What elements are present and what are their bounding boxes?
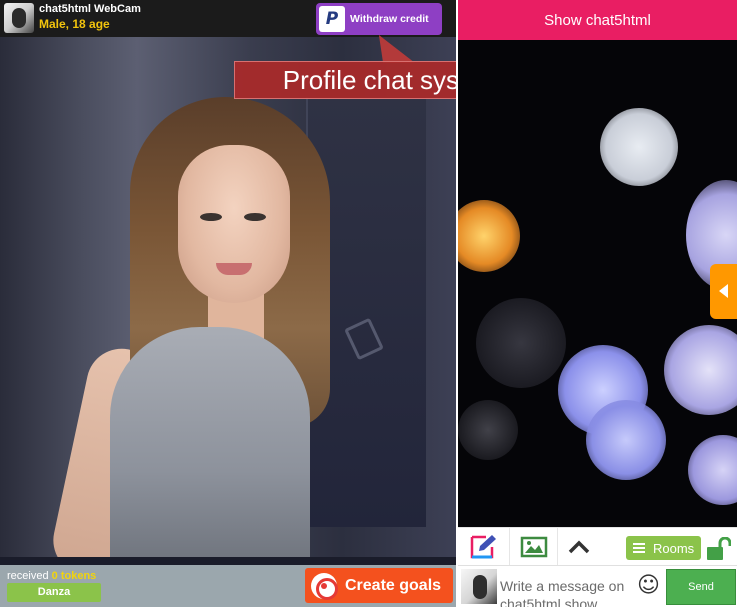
tokens-received: received 0 tokens (7, 570, 96, 582)
performer-top (110, 327, 310, 557)
unlocked-padlock-icon[interactable] (705, 537, 731, 561)
performer-face (178, 145, 290, 303)
goal-tag[interactable]: Danza (7, 583, 101, 602)
chevron-left-icon[interactable] (710, 264, 737, 319)
show-chat-button[interactable]: Show chat5html (458, 0, 737, 40)
profile-header: chat5html WebCam Male, 18 age P Withdraw… (0, 0, 456, 37)
profile-info: Male, 18 age (39, 17, 110, 31)
rooms-button[interactable]: Rooms (626, 536, 701, 560)
profile-name: chat5html WebCam (39, 3, 141, 15)
send-label: Send (688, 581, 714, 593)
smiley-icon[interactable]: ☺ (637, 573, 660, 598)
performer-eye (244, 213, 266, 221)
bokeh-light (688, 435, 737, 505)
user-avatar (461, 569, 497, 604)
message-input[interactable] (500, 577, 634, 607)
edit-button[interactable] (458, 528, 510, 565)
bokeh-light (586, 400, 666, 480)
create-goals-button[interactable]: Create goals (305, 568, 453, 603)
bokeh-light (664, 325, 737, 415)
bokeh-light (476, 298, 566, 388)
bokeh-light (600, 108, 678, 186)
tokens-word: tokens (60, 570, 97, 582)
withdraw-credit-label: Withdraw credit (350, 13, 429, 25)
list-icon (633, 543, 645, 553)
paypal-icon: P (319, 6, 345, 32)
tokens-count: 0 (51, 570, 58, 582)
withdraw-credit-button[interactable]: P Withdraw credit (316, 3, 442, 35)
target-icon (311, 572, 338, 600)
chevron-up-icon (568, 540, 590, 553)
webcam-video (0, 37, 456, 557)
image-icon (520, 536, 547, 557)
bokeh-light (458, 200, 520, 272)
collapse-button[interactable] (558, 528, 600, 565)
create-goals-label: Create goals (345, 576, 442, 594)
pencil-edit-icon (470, 534, 496, 558)
rooms-label: Rooms (653, 540, 695, 556)
bokeh-light (458, 400, 518, 460)
performer-mouth (216, 263, 252, 275)
send-button[interactable]: Send (666, 569, 736, 605)
show-chat-label: Show chat5html (544, 11, 651, 29)
received-label: received (7, 570, 49, 582)
profile-avatar[interactable] (4, 3, 34, 33)
image-upload-button[interactable] (510, 528, 558, 565)
performer-eye (200, 213, 222, 221)
chat-background (458, 40, 737, 527)
